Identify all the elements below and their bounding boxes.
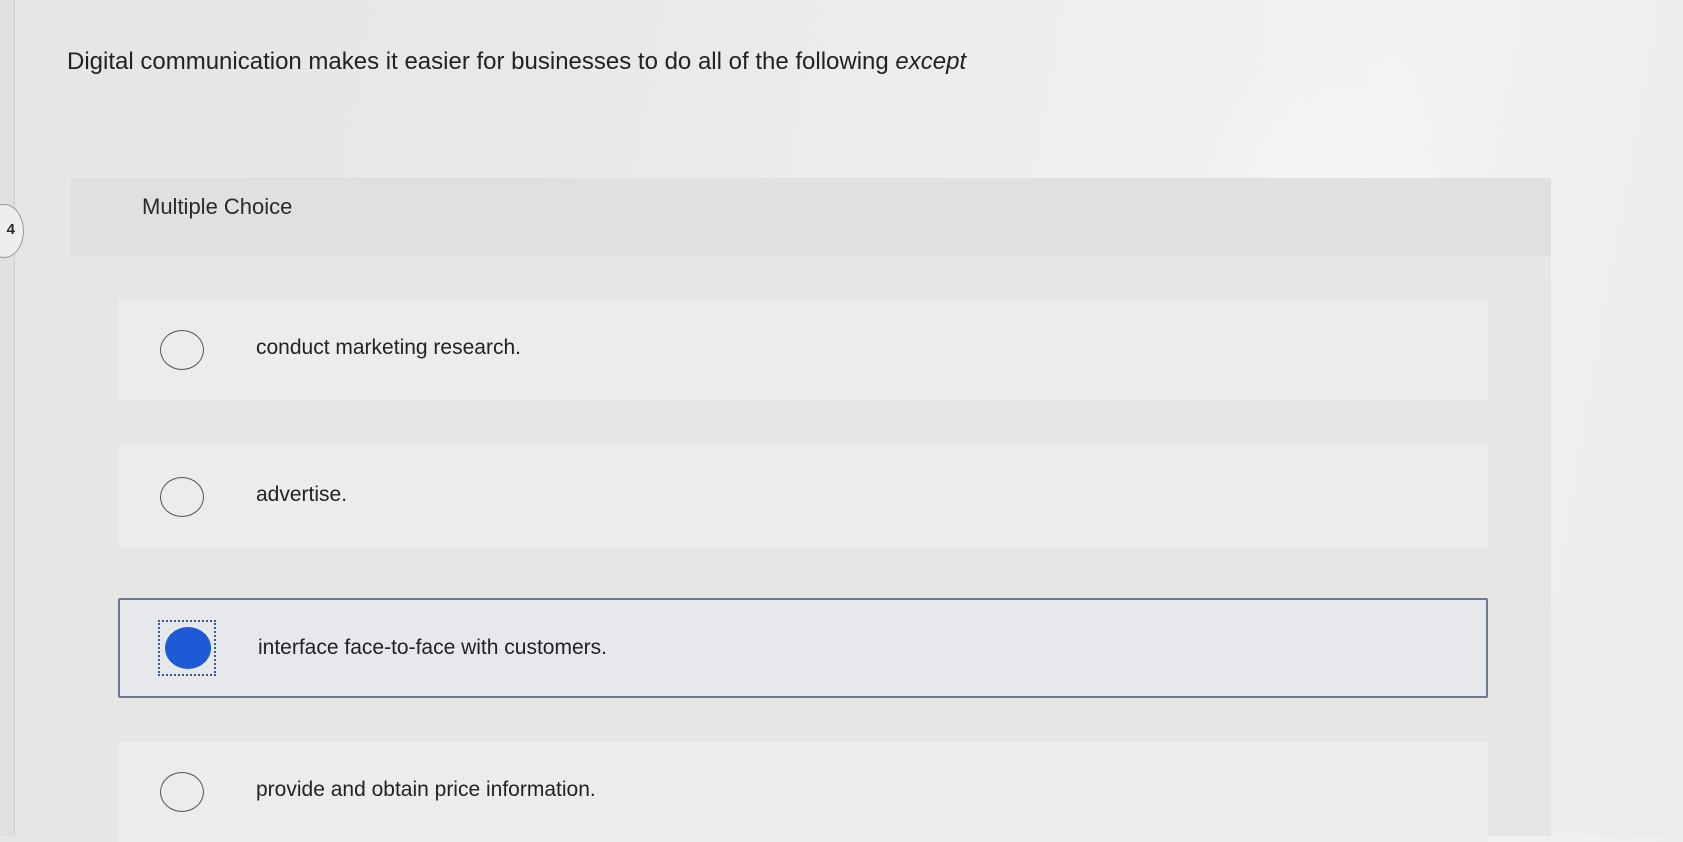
question-number-badge[interactable]: 4 bbox=[0, 204, 24, 258]
option-2[interactable]: advertise. bbox=[118, 447, 1488, 547]
question-text-main: Digital communication makes it easier fo… bbox=[67, 48, 896, 75]
question-text-emphasis: except bbox=[895, 48, 967, 75]
option-label: conduct marketing research. bbox=[256, 336, 521, 359]
question-type-label: Multiple Choice bbox=[142, 194, 293, 219]
option-1[interactable]: conduct marketing research. bbox=[118, 300, 1488, 400]
option-label: interface face-to-face with customers. bbox=[258, 636, 607, 659]
radio-selected-icon[interactable] bbox=[165, 627, 211, 669]
radio-unselected-icon[interactable] bbox=[160, 477, 204, 517]
left-edge-strip bbox=[0, 0, 15, 836]
radio-unselected-icon[interactable] bbox=[160, 772, 204, 812]
question-number: 4 bbox=[6, 221, 15, 238]
radio-unselected-icon[interactable] bbox=[160, 330, 204, 370]
question-text: Digital communication makes it easier fo… bbox=[67, 48, 966, 76]
option-label: provide and obtain price information. bbox=[256, 778, 596, 801]
option-4[interactable]: provide and obtain price information. bbox=[118, 742, 1488, 842]
option-3-selected[interactable]: interface face-to-face with customers. bbox=[118, 598, 1488, 698]
option-label: advertise. bbox=[256, 483, 348, 506]
answer-panel-header bbox=[71, 178, 1551, 256]
